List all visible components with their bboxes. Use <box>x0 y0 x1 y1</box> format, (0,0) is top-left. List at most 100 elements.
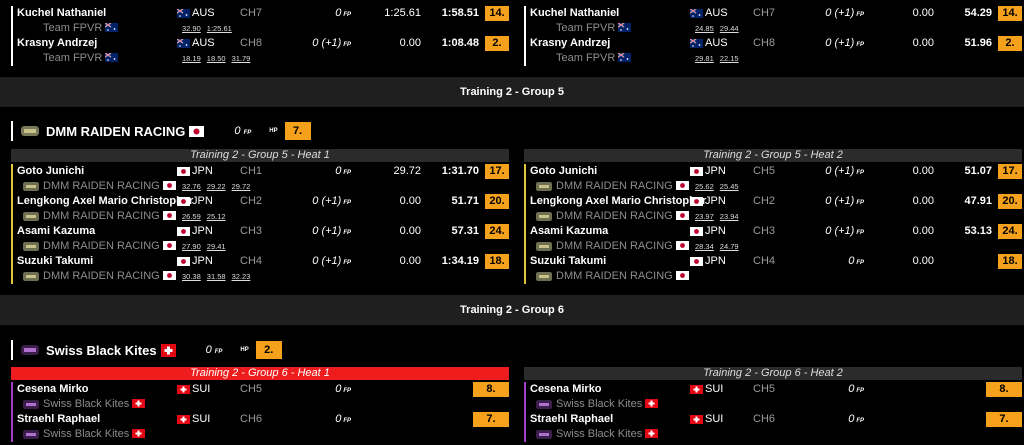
pilot-name[interactable]: Lengkong Axel Mario Christopher <box>530 194 706 209</box>
team-header-raiden[interactable]: DMM RAIDEN RACING 0 FP HP 7. <box>11 121 311 141</box>
team-position: 2. <box>255 341 282 359</box>
team-name: DMM RAIDEN RACING <box>556 179 689 194</box>
driver-row[interactable]: Krasny Andrzej AUS CH8 0 (+1) FP 0.00 51.96 2. <box>524 36 1022 66</box>
lap-time[interactable]: 29.41 <box>207 242 226 251</box>
lap-time[interactable]: 18.19 <box>182 54 201 63</box>
channel: CH1 <box>240 165 263 177</box>
driver-row[interactable]: Straehl Raphael SUI CH6 0 FP 7. <box>11 412 509 442</box>
team-name: Swiss Black Kites <box>556 397 659 412</box>
pilot-name[interactable]: Kuchel Nathaniel <box>17 6 106 21</box>
pilot-name[interactable]: Kuchel Nathaniel <box>530 6 619 21</box>
lap-time[interactable]: 31.58 <box>207 272 226 281</box>
driver-row[interactable]: Lengkong Axel Mario Christopher JPN CH2 0 (… <box>524 194 1022 224</box>
pilot-name[interactable]: Goto Junichi <box>530 164 597 179</box>
kites-logo-icon <box>23 430 39 439</box>
lap-times[interactable]: 18.19 18.50 31.79 <box>182 51 256 66</box>
team-row: DMM RAIDEN RACING 30.38 31.58 32.23 <box>11 269 509 284</box>
group-divider-6: Training 2 - Group 6 <box>0 295 1024 325</box>
jp-flag-icon <box>162 271 176 280</box>
team-row: Team FPVR 24.85 29.44 <box>524 21 1022 36</box>
lap-time[interactable]: 24.79 <box>720 242 739 251</box>
pilot-name[interactable]: Asami Kazuma <box>17 224 95 239</box>
lap-times[interactable]: 25.62 25.45 <box>695 179 745 194</box>
lap-times[interactable]: 29.81 22.15 <box>695 51 745 66</box>
lap-time[interactable]: 22.15 <box>720 54 739 63</box>
channel: CH5 <box>240 383 263 395</box>
driver-row[interactable]: Lengkong Axel Mario Christopher JPN CH2 0 (… <box>11 194 509 224</box>
driver-row[interactable]: Kuchel Nathaniel AUS CH7 0 (+1) FP 0.00 54.29 1… <box>524 6 1022 36</box>
lap-time[interactable]: 25.45 <box>720 182 739 191</box>
driver-row[interactable]: Straehl Raphael SUI CH6 0 FP 7. <box>524 412 1022 442</box>
driver-row[interactable]: Suzuki Takumi JPN CH4 0 (+1) FP 0.00 1:34.19 18… <box>11 254 509 284</box>
lap-times[interactable]: 24.85 29.44 <box>695 21 745 36</box>
driver-row[interactable]: Goto Junichi JPN CH5 0 (+1) FP 0.00 51.07 17. <box>524 164 1022 194</box>
team-name: Swiss Black Kites <box>43 397 146 412</box>
lap-time[interactable]: 25.62 <box>695 182 714 191</box>
pilot-name[interactable]: Cesena Mirko <box>17 382 89 397</box>
jp-flag-icon <box>177 167 190 176</box>
pilot-name[interactable]: Suzuki Takumi <box>17 254 93 269</box>
best-lap: 0.00 <box>399 37 421 49</box>
driver-row[interactable]: Asami Kazuma JPN CH3 0 (+1) FP 0.00 53.13 24. <box>524 224 1022 254</box>
kites-logo-icon <box>23 400 39 409</box>
lap-time[interactable]: 1:25.61 <box>207 24 232 33</box>
best-lap: 0.00 <box>399 225 421 237</box>
heat-title: Training 2 - Group 6 - Heat 2 <box>524 367 1022 380</box>
ch-flag-icon <box>645 429 659 438</box>
lap-time[interactable]: 28.34 <box>695 242 714 251</box>
pilot-name[interactable]: Lengkong Axel Mario Christopher <box>17 194 193 209</box>
lap-time[interactable]: 23.94 <box>720 212 739 221</box>
lap-time[interactable]: 18.50 <box>207 54 226 63</box>
driver-row[interactable]: Cesena Mirko SUI CH5 0 FP 8. <box>524 382 1022 412</box>
lap-times[interactable]: 28.34 24.79 <box>695 239 745 254</box>
team-header-kites[interactable]: Swiss Black Kites 0 FP HP 2. <box>11 340 282 360</box>
lap-time[interactable]: 27.90 <box>182 242 201 251</box>
lap-times[interactable]: 26.59 25.12 <box>182 209 232 224</box>
pilot-name[interactable]: Asami Kazuma <box>530 224 608 239</box>
driver-row[interactable]: Kuchel Nathaniel AUS CH7 0 FP 1:25.61 1:58.51 1… <box>11 6 509 36</box>
lap-time[interactable]: 25.12 <box>207 212 226 221</box>
driver-row[interactable]: Krasny Andrzej AUS CH8 0 (+1) FP 0.00 1:08.48 2… <box>11 36 509 66</box>
pilot-name[interactable]: Cesena Mirko <box>530 382 602 397</box>
pilot-name[interactable]: Goto Junichi <box>17 164 84 179</box>
total-time: 1:34.19 <box>441 255 479 267</box>
pilot-name[interactable]: Krasny Andrzej <box>530 36 610 51</box>
best-lap: 0.00 <box>912 7 934 19</box>
jp-flag-icon <box>162 241 176 250</box>
lap-time[interactable]: 23.97 <box>695 212 714 221</box>
lap-time[interactable]: 26.59 <box>182 212 201 221</box>
pilot-name[interactable]: Straehl Raphael <box>17 412 100 427</box>
driver-row[interactable]: Suzuki Takumi JPN CH4 0 FP 0.00 18. <box>524 254 1022 284</box>
lap-time[interactable]: 29.44 <box>720 24 739 33</box>
ch-flag-icon <box>690 415 703 424</box>
lap-times[interactable]: 30.38 31.58 32.23 <box>182 269 256 284</box>
lap-times[interactable]: 23.97 23.94 <box>695 209 745 224</box>
lap-time[interactable]: 24.85 <box>695 24 714 33</box>
team-position: 7. <box>284 122 311 140</box>
lap-time[interactable]: 32.23 <box>232 272 251 281</box>
lap-time[interactable]: 29.22 <box>207 182 226 191</box>
best-lap: 29.72 <box>393 165 421 177</box>
ch-flag-icon <box>690 385 703 394</box>
total-time: 51.96 <box>964 37 992 49</box>
lap-times[interactable]: 32.76 29.22 29.72 <box>182 179 256 194</box>
pilot-name[interactable]: Suzuki Takumi <box>530 254 606 269</box>
lap-time[interactable]: 30.38 <box>182 272 201 281</box>
driver-row[interactable]: Goto Junichi JPN CH1 0 FP 29.72 1:31.70 17. <box>11 164 509 194</box>
driver-row[interactable]: Asami Kazuma JPN CH3 0 (+1) FP 0.00 57.31 24. <box>11 224 509 254</box>
total-time: 51.71 <box>451 195 479 207</box>
lap-times[interactable]: 27.90 29.41 <box>182 239 232 254</box>
pilot-name[interactable]: Straehl Raphael <box>530 412 613 427</box>
lap-time[interactable]: 29.72 <box>232 182 251 191</box>
au-flag-icon <box>177 39 190 48</box>
pilot-name[interactable]: Krasny Andrzej <box>17 36 97 51</box>
team-name: Swiss Black Kites <box>556 427 659 442</box>
jp-flag-icon <box>675 181 689 190</box>
driver-row[interactable]: Cesena Mirko SUI CH5 0 FP 8. <box>11 382 509 412</box>
lap-time[interactable]: 32.90 <box>182 24 201 33</box>
lap-times[interactable]: 32.90 1:25.61 <box>182 21 238 36</box>
lap-time[interactable]: 32.76 <box>182 182 201 191</box>
lap-time[interactable]: 29.81 <box>695 54 714 63</box>
total-time: 53.13 <box>964 225 992 237</box>
lap-time[interactable]: 31.79 <box>232 54 251 63</box>
